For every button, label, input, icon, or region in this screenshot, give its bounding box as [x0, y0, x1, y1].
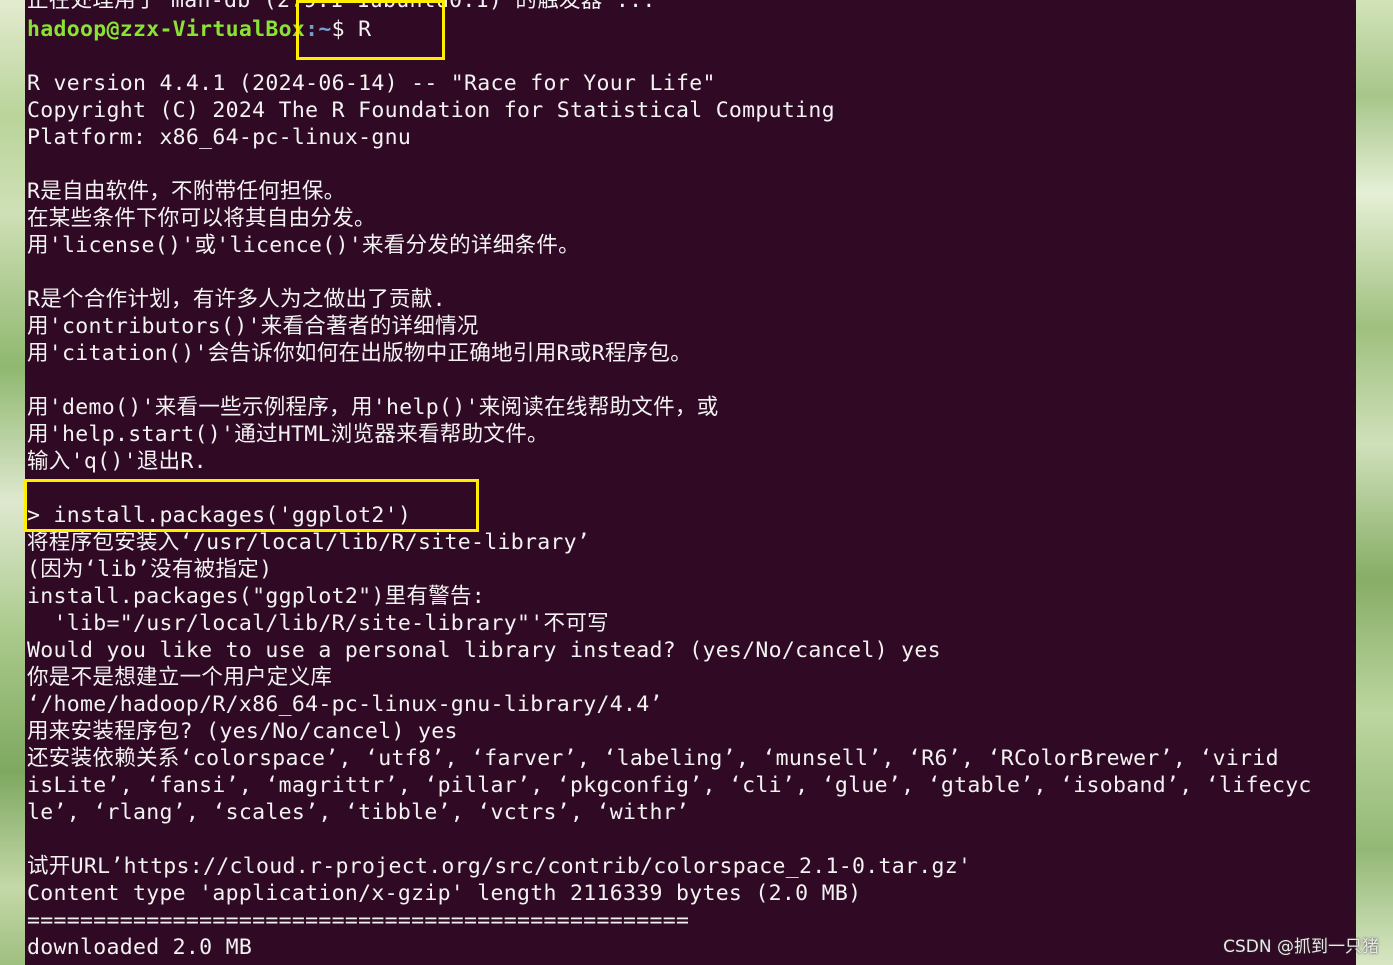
- terminal-line: le’, ‘rlang’, ‘scales’, ‘tibble’, ‘vctrs…: [27, 800, 690, 825]
- desktop-wallpaper-right: [1356, 0, 1393, 965]
- terminal-line: install.packages("ggplot2")里有警告:: [27, 584, 486, 609]
- terminal-line: 输入'q()'退出R.: [27, 449, 207, 474]
- terminal-line: downloaded 2.0 MB: [27, 935, 253, 960]
- terminal-line: 将程序包安装入‘/usr/local/lib/R/site-library’: [27, 530, 591, 555]
- terminal-line: 用'demo()'来看一些示例程序，用'help()'来阅读在线帮助文件，或: [27, 395, 719, 420]
- terminal-line: R是自由软件，不附带任何担保。: [27, 179, 346, 204]
- terminal-line: (因为‘lib’没有被指定): [27, 557, 273, 582]
- terminal-line: Copyright (C) 2024 The R Foundation for …: [27, 98, 835, 123]
- terminal-line: 用'citation()'会告诉你如何在出版物中正确地引用R或R程序包。: [27, 341, 693, 366]
- terminal-line: 用'help.start()'通过HTML浏览器来看帮助文件。: [27, 422, 549, 447]
- terminal-line: R是个合作计划，有许多人为之做出了贡献.: [27, 287, 446, 312]
- desktop-wallpaper-left: [0, 0, 25, 965]
- terminal-line: ‘/home/hadoop/R/x86_64-pc-linux-gnu-libr…: [27, 692, 663, 717]
- terminal-line: 'lib="/usr/local/lib/R/site-library"'不可写: [27, 611, 609, 636]
- terminal-line: Content type 'application/x-gzip' length…: [27, 881, 862, 906]
- terminal-line: Would you like to use a personal library…: [27, 638, 941, 663]
- highlight-box-command: [296, 0, 445, 60]
- terminal-line: 你是不是想建立一个用户定义库: [27, 665, 333, 690]
- terminal-line: 试开URL’https://cloud.r-project.org/src/co…: [27, 854, 972, 879]
- terminal-line: 用来安装程序包? (yes/No/cancel) yes: [27, 719, 458, 744]
- terminal-line: ========================================…: [27, 908, 690, 933]
- terminal-line: Platform: x86_64-pc-linux-gnu: [27, 125, 412, 150]
- terminal-line: 在某些条件下你可以将其自由分发。: [27, 206, 376, 231]
- highlight-box-install: [24, 479, 479, 532]
- terminal-line: R version 4.4.1 (2024-06-14) -- "Race fo…: [27, 71, 716, 96]
- prompt-user-host: hadoop@zzx-VirtualBox: [27, 17, 306, 42]
- terminal-line: 还安装依赖关系‘colorspace’, ‘utf8’, ‘farver’, ‘…: [27, 746, 1279, 771]
- watermark: CSDN @抓到一只猪: [1223, 937, 1379, 957]
- terminal-line: 用'license()'或'licence()'来看分发的详细条件。: [27, 233, 580, 258]
- terminal-line: isLite’, ‘fansi’, ‘magrittr’, ‘pillar’, …: [27, 773, 1312, 798]
- terminal-line: 用'contributors()'来看合著者的详细情况: [27, 314, 479, 339]
